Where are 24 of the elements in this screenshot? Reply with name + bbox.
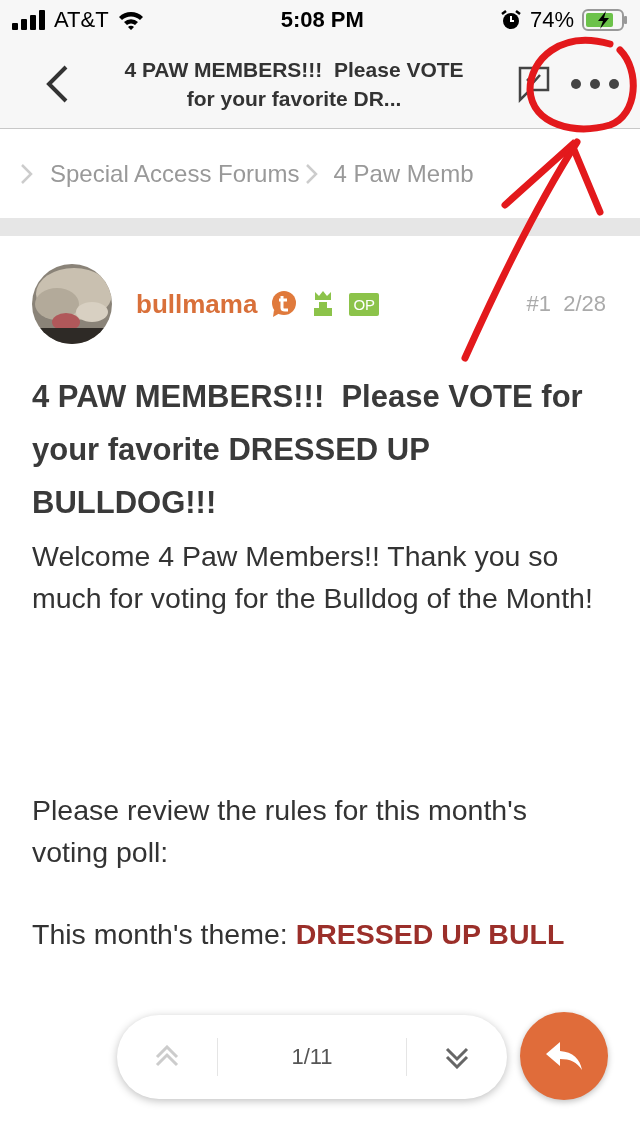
status-time: 5:08 PM [280, 7, 364, 33]
post-paragraph: Please review the rules for this month's voting poll: [32, 793, 528, 870]
carrier-name: AT&T [54, 7, 109, 33]
post-meta: #1 2/28 [526, 291, 606, 317]
more-icon[interactable] [570, 78, 620, 90]
post-paragraph: This month's theme: DRESSED UP BULL [32, 917, 566, 952]
reply-button[interactable] [520, 1012, 608, 1100]
back-button[interactable] [44, 64, 70, 104]
signal-icon [12, 10, 46, 30]
battery-percent: 74% [529, 7, 574, 33]
double-chevron-up-icon [153, 1045, 181, 1069]
breadcrumb-link[interactable]: Special Access Forums [50, 159, 300, 188]
topic-title: 4 PAW MEMBERS!!! Please VOTE for your favorite DR... [123, 57, 465, 112]
page-counter: 1/11 [217, 1038, 407, 1076]
chevron-icon [20, 162, 34, 185]
double-chevron-down-icon [443, 1045, 471, 1069]
reply-icon [544, 1040, 584, 1072]
op-tag: OP [349, 292, 380, 316]
author-name[interactable]: bullmama [136, 288, 258, 320]
post-title: 4 PAW MEMBERS!!! Please VOTE for your favorite DRESSED UP BULLDOG!!! [32, 378, 584, 522]
comment-check-icon[interactable] [518, 64, 550, 104]
breadcrumb-link[interactable]: 4 Paw Memb [333, 159, 474, 188]
chevron-icon [305, 162, 320, 185]
post-paragraph: Welcome 4 Paw Members!! Thank you so much for voting for the Bulldog of the Month! [32, 539, 594, 616]
